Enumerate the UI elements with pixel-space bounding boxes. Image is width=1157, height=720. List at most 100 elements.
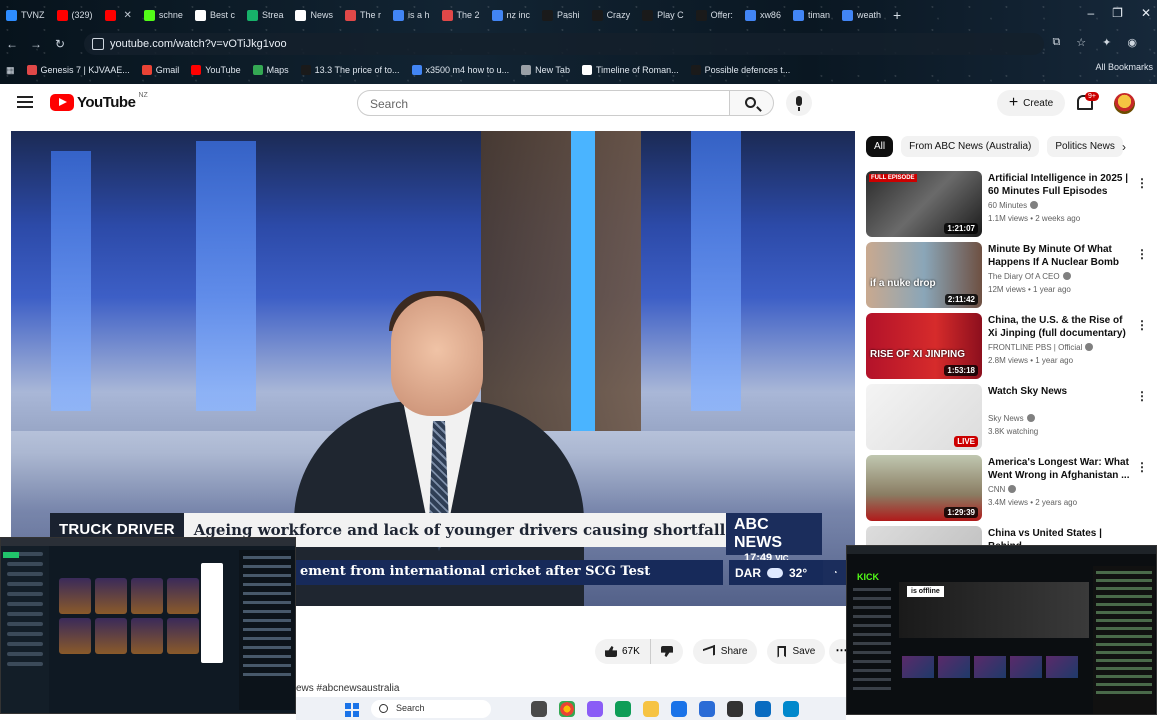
maximize-icon[interactable]: ❐ — [1112, 6, 1123, 20]
youtube-logo[interactable]: YouTube NZ — [50, 92, 148, 111]
like-button[interactable]: 67K — [595, 639, 651, 664]
share-button[interactable]: Share — [692, 639, 758, 664]
voice-search-icon[interactable] — [786, 90, 812, 116]
save-button[interactable]: Save — [767, 639, 826, 664]
back-icon[interactable]: ← — [0, 37, 24, 51]
taskview-icon[interactable] — [531, 701, 547, 717]
all-bookmarks[interactable]: All Bookmarks — [1095, 62, 1153, 72]
video-thumbnail[interactable]: RISE OF XI JINPING 1:53:18 — [866, 313, 982, 379]
more-options-icon[interactable]: ⋮ — [1136, 247, 1148, 261]
recommendation-title[interactable]: Minute By Minute Of What Happens If A Nu… — [988, 243, 1130, 270]
description-hashtags[interactable]: ews #abcnewsaustralia — [296, 683, 399, 694]
channel-name[interactable]: Sky News — [988, 414, 1035, 423]
pip-window-stream[interactable]: KICK is offline — [846, 545, 1157, 715]
bookmark-item[interactable]: Maps — [247, 65, 295, 75]
video-player[interactable]: TRUCK DRIVER Ageing workforce and lack o… — [11, 131, 855, 606]
recommendation-title[interactable]: Watch Sky News — [988, 385, 1130, 398]
channel-name[interactable]: FRONTLINE PBS | Official — [988, 343, 1094, 352]
channel-name[interactable]: 60 Minutes — [988, 201, 1039, 210]
bookmark-item[interactable]: YouTube — [185, 65, 246, 75]
recommendation-item[interactable]: FULL EPISODE 1:21:07 Artificial Intelligen… — [866, 171, 1150, 242]
apps-icon[interactable]: ▦ — [0, 65, 21, 76]
app-icon[interactable] — [671, 701, 687, 717]
tab-label: (329) — [71, 10, 93, 20]
bookmark-item[interactable]: New Tab — [515, 65, 576, 75]
extensions-icon[interactable]: ✦ — [1102, 36, 1111, 49]
browser-tab[interactable]: The 2 — [436, 0, 486, 30]
channel-name[interactable]: CNN — [988, 485, 1017, 494]
pip-window-casino[interactable] — [0, 537, 296, 714]
filter-chip[interactable]: Politics News — [1047, 136, 1123, 157]
bookmark-item[interactable]: Genesis 7 | KJVAAE... — [21, 65, 136, 75]
bookmark-item[interactable]: 13.3 The price of to... — [295, 65, 406, 75]
more-options-icon[interactable]: ⋮ — [1136, 176, 1148, 190]
browser-tab[interactable]: nz inc — [486, 0, 537, 30]
browser-tab[interactable]: TVNZ — [0, 0, 51, 30]
recommendation-title[interactable]: America's Longest War: What Went Wrong i… — [988, 456, 1130, 482]
video-thumbnail[interactable]: 1:29:39 — [866, 455, 982, 521]
more-options-icon[interactable]: ⋮ — [1136, 318, 1148, 332]
reload-icon[interactable]: ↻ — [48, 37, 72, 51]
browser-tab[interactable]: timan — [787, 0, 836, 30]
windows-start-icon[interactable] — [345, 703, 359, 717]
browser-tab[interactable]: Offer: — [690, 0, 739, 30]
recommendation-item[interactable]: 1:29:39 America's Longest War: What Went … — [866, 455, 1150, 526]
profile-icon[interactable]: ◉ — [1127, 36, 1137, 49]
forward-icon[interactable]: → — [24, 37, 48, 51]
app-icon[interactable] — [727, 701, 743, 717]
recommendation-title[interactable]: China, the U.S. & the Rise of Xi Jinping… — [988, 314, 1130, 341]
bookmark-item[interactable]: Possible defences t... — [685, 65, 797, 75]
search-button[interactable] — [730, 90, 774, 116]
channel-name[interactable]: The Diary Of A CEO — [988, 272, 1071, 281]
filter-chip[interactable]: From ABC News (Australia) — [901, 136, 1040, 157]
more-options-icon[interactable]: ⋮ — [1136, 389, 1148, 403]
install-icon[interactable]: ⧉ — [1052, 36, 1060, 49]
more-options-icon[interactable]: ⋮ — [1136, 460, 1148, 474]
bookmark-item[interactable]: x3500 m4 how to u... — [406, 65, 516, 75]
new-tab-icon[interactable]: + — [887, 7, 907, 23]
star-icon[interactable]: ☆ — [1076, 36, 1086, 49]
app-icon[interactable] — [699, 701, 715, 717]
menu-icon[interactable] — [17, 96, 33, 108]
edge-icon[interactable] — [615, 701, 631, 717]
app-icon[interactable] — [755, 701, 771, 717]
browser-tab[interactable]: Strea — [241, 0, 290, 30]
browser-tab[interactable]: schne — [138, 0, 189, 30]
tab-close-icon[interactable]: ✕ — [124, 10, 132, 21]
recommendation-item[interactable]: LIVE Watch Sky News Sky News 3.8K watching ⋮ — [866, 384, 1150, 455]
recommendation-title[interactable]: Artificial Intelligence in 2025 | 60 Min… — [988, 172, 1130, 198]
browser-tab[interactable]: weath — [836, 0, 887, 30]
site-info-icon[interactable] — [92, 38, 104, 50]
address-bar[interactable]: youtube.com/watch?v=vOTiJkg1voo — [84, 33, 1044, 55]
browser-tab[interactable]: The r — [339, 0, 387, 30]
close-icon[interactable]: ✕ — [1141, 6, 1151, 20]
avatar[interactable] — [1114, 93, 1135, 114]
browser-tab[interactable]: xw86 — [739, 0, 787, 30]
filter-chip[interactable]: All — [866, 136, 894, 157]
video-thumbnail[interactable]: FULL EPISODE 1:21:07 — [866, 171, 982, 237]
taskbar-search[interactable]: Search — [371, 700, 491, 718]
recommendation-item[interactable]: if a nuke drop 2:11:42 Minute By Minute Of… — [866, 242, 1150, 313]
search-input[interactable]: Search — [357, 90, 730, 116]
dislike-button[interactable] — [651, 639, 683, 664]
browser-tab[interactable]: ✕ — [99, 0, 138, 30]
chrome-icon[interactable] — [559, 701, 575, 717]
telegram-icon[interactable] — [783, 701, 799, 717]
browser-tab[interactable]: Play C — [636, 0, 690, 30]
browser-tab[interactable]: Best c — [189, 0, 241, 30]
recommendation-item[interactable]: RISE OF XI JINPING 1:53:18 China, the U.S.… — [866, 313, 1150, 384]
browser-tab[interactable]: Pashi — [536, 0, 586, 30]
browser-tab[interactable]: is a h — [387, 0, 436, 30]
video-thumbnail[interactable]: LIVE — [866, 384, 982, 450]
browser-tab[interactable]: (329) — [51, 0, 99, 30]
video-thumbnail[interactable]: if a nuke drop 2:11:42 — [866, 242, 982, 308]
browser-tab[interactable]: Crazy — [586, 0, 637, 30]
create-button[interactable]: + Create — [997, 90, 1065, 116]
minimize-icon[interactable]: – — [1087, 6, 1094, 20]
bookmark-item[interactable]: Gmail — [136, 65, 186, 75]
bookmark-item[interactable]: Timeline of Roman... — [576, 65, 685, 75]
browser-tab[interactable]: News — [289, 0, 339, 30]
app-icon[interactable] — [587, 701, 603, 717]
folder-icon[interactable] — [643, 701, 659, 717]
chevron-right-icon[interactable]: › — [1122, 140, 1126, 154]
